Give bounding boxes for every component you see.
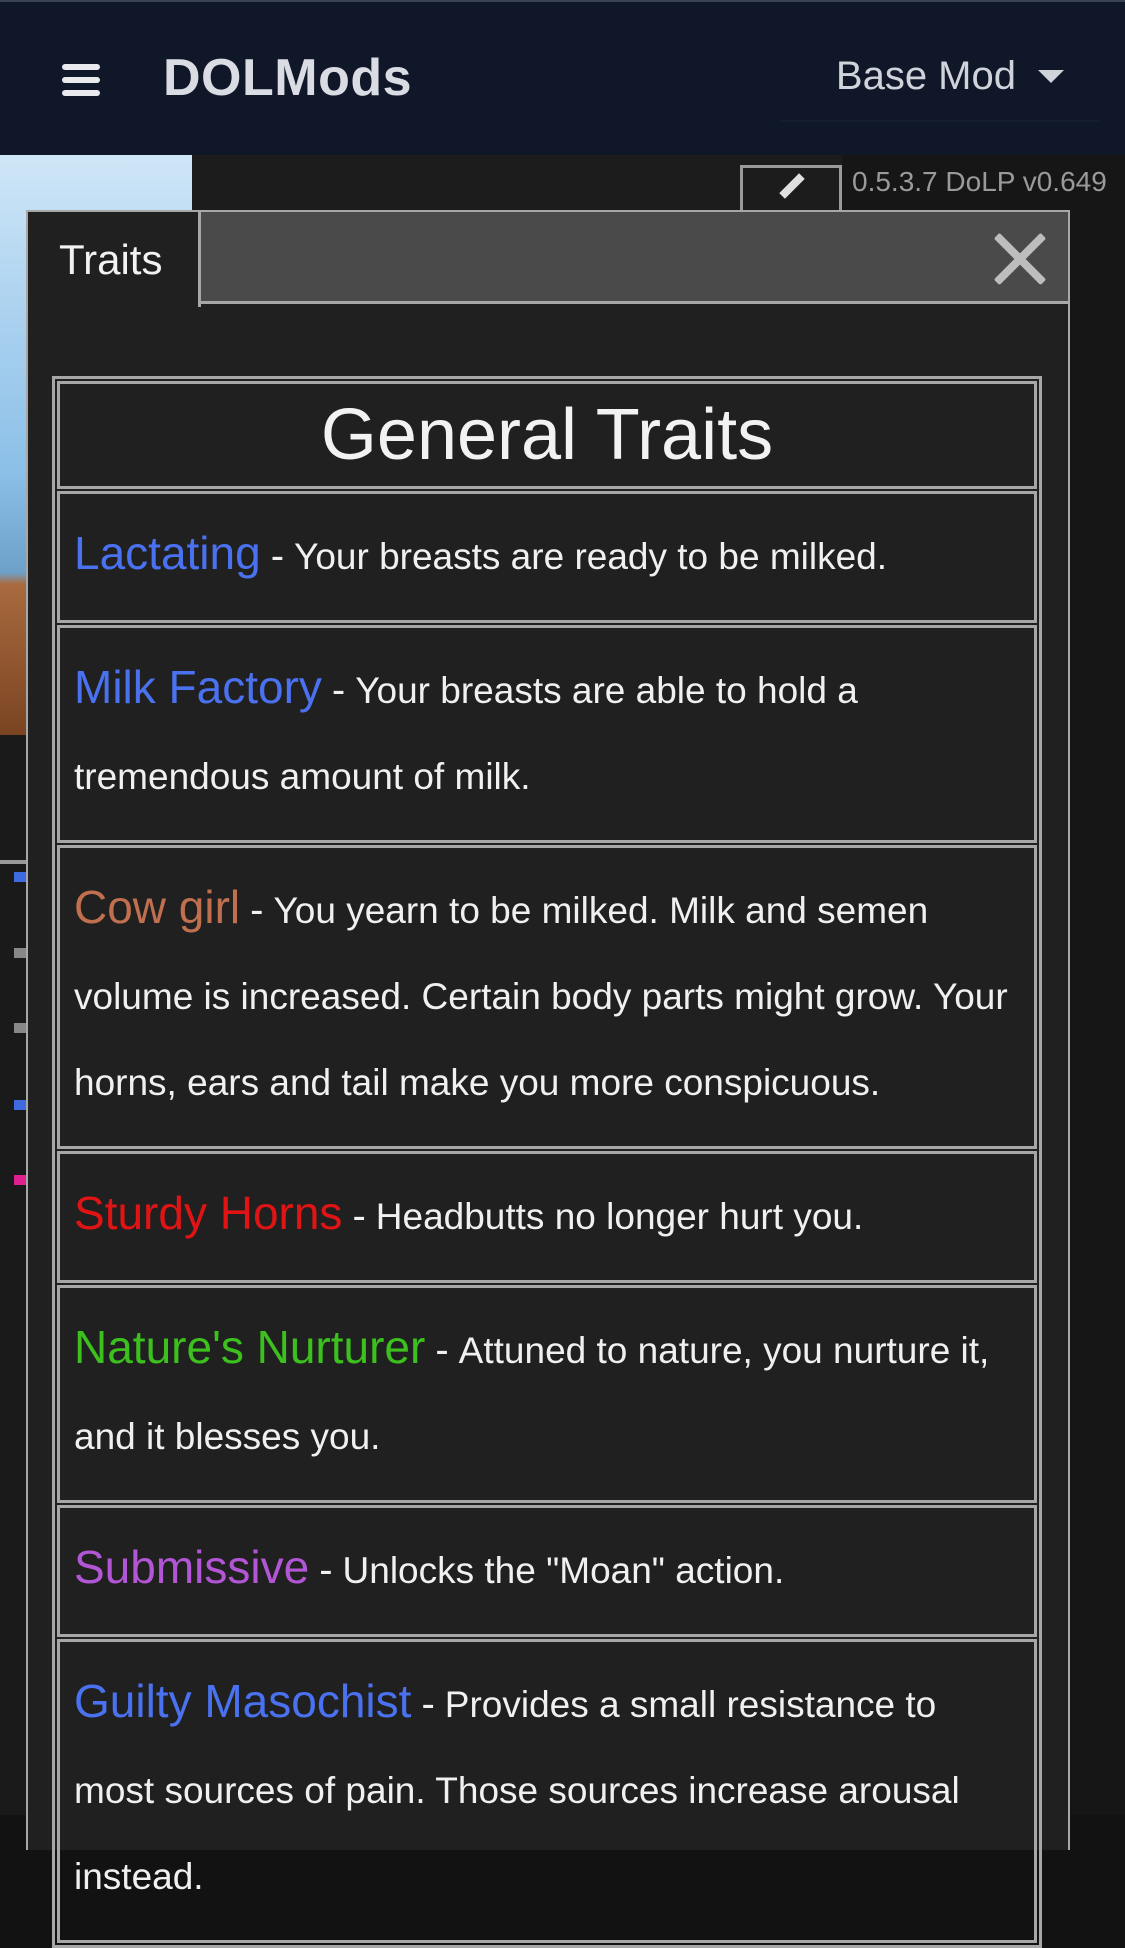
trait-separator: - <box>331 668 346 712</box>
mod-selector-dropdown[interactable]: Base Mod <box>780 32 1100 122</box>
trait-list: Lactating - Your breasts are ready to be m… <box>55 491 1039 1943</box>
trait-row: Milk Factory - Your breasts are able to ho… <box>57 625 1037 843</box>
trait-row: Sturdy Horns - Headbutts no longer hurt yo… <box>57 1151 1037 1283</box>
sidebar-divider <box>0 860 26 864</box>
trait-description: Unlocks the "Moan" action. <box>342 1550 785 1591</box>
trait-separator: - <box>352 1194 366 1238</box>
close-icon[interactable] <box>988 226 1054 292</box>
trait-name: Guilty Masochist <box>74 1675 412 1727</box>
trait-separator: - <box>270 534 285 578</box>
traits-dialog: Traits General Traits Lactating - Your bre… <box>26 210 1070 1948</box>
site-brand[interactable]: DOLMods <box>163 48 412 108</box>
section-title: General Traits <box>320 395 774 475</box>
trait-name: Milk Factory <box>74 661 322 713</box>
trait-name: Submissive <box>74 1541 310 1593</box>
trait-row: Guilty Masochist - Provides a small resist… <box>57 1639 1037 1943</box>
trait-row: Lactating - Your breasts are ready to be m… <box>57 491 1037 623</box>
trait-separator: - <box>421 1682 435 1726</box>
traits-table: General Traits Lactating - Your breasts ar… <box>52 376 1042 1948</box>
trait-name: Sturdy Horns <box>74 1187 343 1239</box>
trait-name: Lactating <box>74 527 261 579</box>
tab-traits-label: Traits <box>59 236 163 283</box>
trait-separator: - <box>250 888 264 932</box>
version-label: 0.5.3.7 DoLP v0.649 <box>852 166 1107 197</box>
trait-row: Submissive - Unlocks the "Moan" action. <box>57 1505 1037 1637</box>
tab-traits[interactable]: Traits <box>28 212 201 307</box>
trait-separator: - <box>435 1328 449 1372</box>
trait-description: Your breasts are ready to be milked. <box>294 536 888 577</box>
trait-name: Nature's Nurturer <box>74 1321 426 1373</box>
chevron-down-icon <box>1038 69 1064 83</box>
trait-row: Cow girl - You yearn to be milked. Milk an… <box>57 845 1037 1149</box>
trait-name: Cow girl <box>74 881 241 933</box>
trait-separator: - <box>319 1548 333 1592</box>
traits-section-header: General Traits <box>57 381 1037 489</box>
trait-description: Headbutts no longer hurt you. <box>375 1196 864 1237</box>
mod-selector-label: Base Mod <box>835 53 1016 98</box>
top-navbar: DOLMods Base Mod <box>0 0 1125 155</box>
hamburger-menu-icon[interactable] <box>62 64 100 96</box>
pencil-icon <box>779 173 805 199</box>
trait-row: Nature's Nurturer - Attuned to nature, you… <box>57 1285 1037 1503</box>
